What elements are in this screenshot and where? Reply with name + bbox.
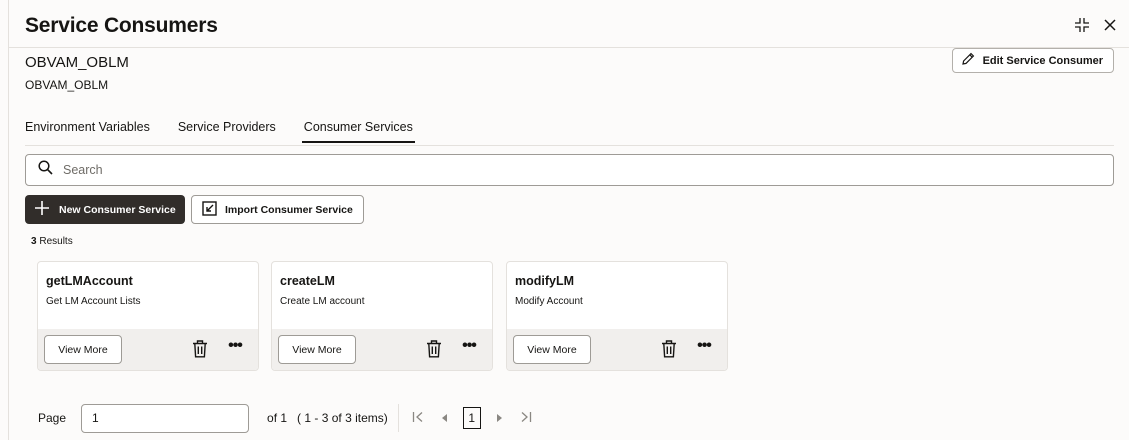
results-count: 3 Results: [31, 236, 73, 247]
pencil-icon: [961, 52, 975, 69]
card-footer: View More •••: [507, 329, 727, 370]
last-page-icon[interactable]: [519, 411, 533, 426]
next-page-icon[interactable]: [493, 411, 507, 426]
page-range: ( 1 - 3 of 3 items): [297, 411, 388, 425]
pagination: Page of 1 ( 1 - 3 of 3 items) 1: [25, 400, 533, 436]
plus-icon: [35, 201, 49, 218]
card-footer: View More •••: [272, 329, 492, 370]
view-more-button[interactable]: View More: [44, 335, 122, 364]
tab-bar: Environment Variables Service Providers …: [25, 120, 441, 143]
consumer-service-card: modifyLM Modify Account View More •••: [506, 261, 728, 371]
page-title: Service Consumers: [25, 14, 218, 37]
search-field[interactable]: [25, 154, 1114, 186]
tab-environment-variables[interactable]: Environment Variables: [25, 120, 150, 142]
trash-icon[interactable]: [426, 340, 442, 358]
view-more-button[interactable]: View More: [278, 335, 356, 364]
more-icon[interactable]: •••: [693, 338, 715, 357]
new-consumer-service-button[interactable]: New Consumer Service: [25, 195, 185, 224]
search-icon: [38, 160, 53, 180]
previous-page-icon[interactable]: [437, 411, 451, 426]
search-input[interactable]: [63, 163, 663, 177]
edit-service-consumer-button[interactable]: Edit Service Consumer: [951, 48, 1114, 73]
page-total: of 1: [267, 411, 288, 425]
card-description: Create LM account: [280, 296, 365, 307]
import-icon: [202, 200, 217, 219]
import-consumer-service-button[interactable]: Import Consumer Service: [191, 195, 364, 224]
new-consumer-service-label: New Consumer Service: [59, 203, 176, 216]
tabs-divider: [25, 145, 1114, 146]
more-icon[interactable]: •••: [224, 338, 246, 357]
view-more-button[interactable]: View More: [513, 335, 591, 364]
consumer-description: OBVAM_OBLM: [25, 78, 109, 92]
card-title: modifyLM: [515, 274, 575, 288]
page-1-button[interactable]: 1: [462, 407, 481, 429]
tab-consumer-services[interactable]: Consumer Services: [301, 120, 415, 143]
left-divider: [8, 0, 9, 440]
card-title: createLM: [280, 274, 335, 288]
card-footer: View More •••: [38, 329, 258, 370]
collapse-icon[interactable]: [1073, 16, 1091, 34]
first-page-icon[interactable]: [411, 411, 425, 426]
pagination-divider: [397, 404, 399, 432]
more-icon[interactable]: •••: [458, 338, 480, 357]
trash-icon[interactable]: [192, 340, 208, 358]
consumer-name: OBVAM_OBLM: [25, 54, 129, 71]
edit-label: Edit Service Consumer: [982, 54, 1103, 67]
page-header: Service Consumers: [25, 14, 1119, 48]
import-consumer-service-label: Import Consumer Service: [225, 203, 353, 216]
results-label: Results: [39, 236, 73, 247]
close-icon[interactable]: [1101, 16, 1119, 34]
results-number: 3: [31, 236, 37, 247]
page-number-input[interactable]: [81, 403, 250, 433]
tab-service-providers[interactable]: Service Providers: [178, 120, 276, 142]
trash-icon[interactable]: [661, 340, 677, 358]
page-label: Page: [38, 411, 67, 425]
consumer-service-card: getLMAccount Get LM Account Lists View M…: [37, 261, 259, 371]
card-description: Get LM Account Lists: [46, 296, 141, 307]
card-description: Modify Account: [515, 296, 583, 307]
consumer-service-card: createLM Create LM account View More •••: [271, 261, 493, 371]
card-title: getLMAccount: [46, 274, 133, 288]
header-actions: [1073, 16, 1119, 34]
